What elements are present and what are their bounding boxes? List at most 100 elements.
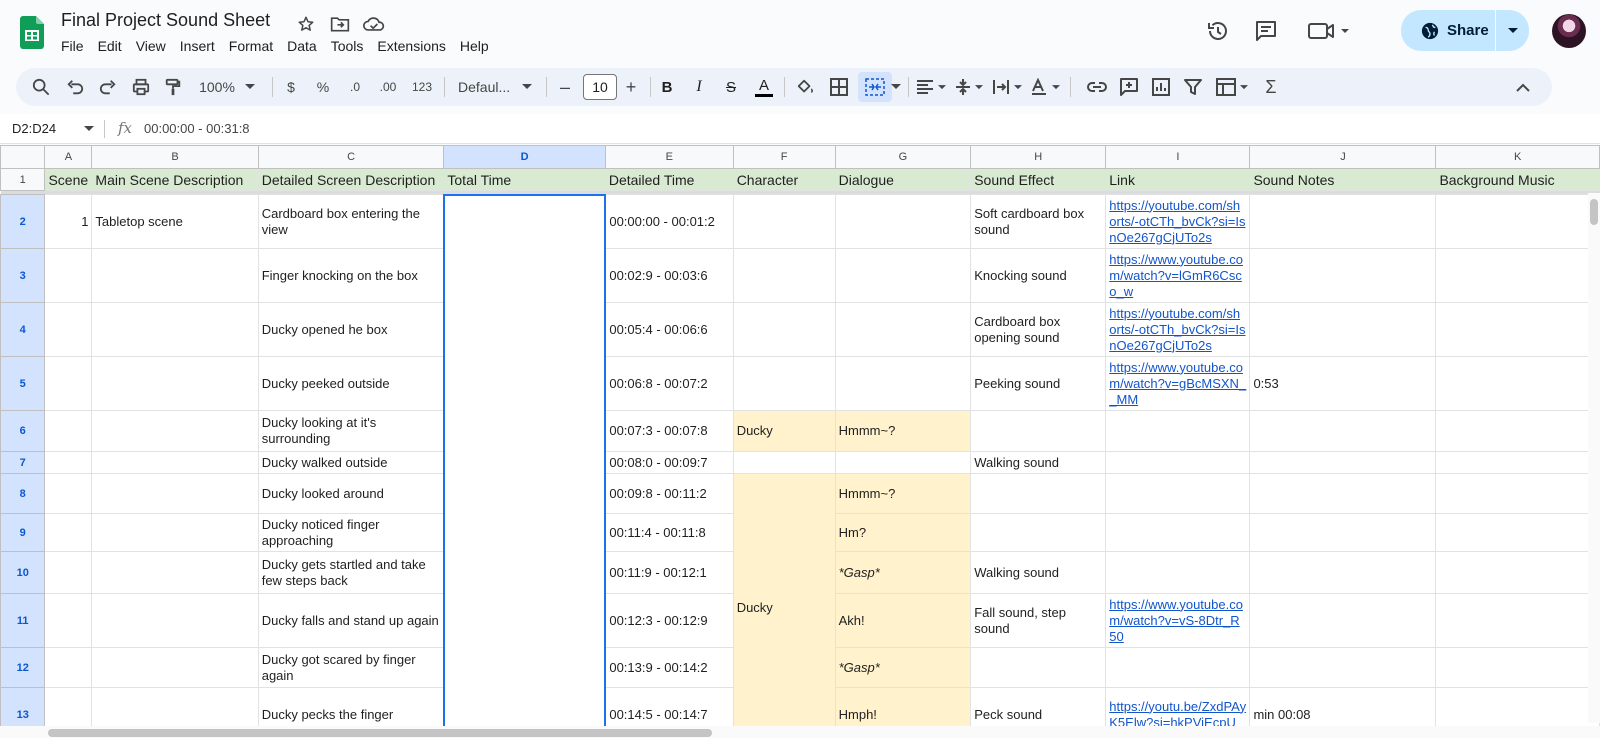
total-time-cell[interactable] [442, 193, 607, 738]
insert-link-icon[interactable] [1084, 72, 1110, 102]
header-cell[interactable]: Detailed Screen Description [257, 168, 445, 191]
redo-icon[interactable] [95, 72, 121, 102]
link-cell[interactable] [1105, 410, 1251, 452]
character-cell[interactable] [732, 194, 836, 249]
main-description-cell[interactable] [91, 593, 259, 648]
main-description-cell[interactable] [91, 410, 259, 452]
increase-font-size-button[interactable]: + [620, 72, 642, 102]
sound-notes-cell[interactable] [1249, 473, 1437, 514]
row-header[interactable]: 3 [0, 248, 46, 303]
row-header[interactable]: 11 [0, 593, 46, 648]
currency-format-button[interactable]: $ [280, 72, 302, 102]
background-music-cell[interactable] [1435, 593, 1600, 648]
main-description-cell[interactable] [91, 551, 259, 594]
sound-effect-cell[interactable]: Knocking sound [970, 248, 1107, 303]
background-music-cell[interactable] [1435, 551, 1600, 594]
dialogue-cell[interactable] [834, 451, 972, 474]
header-cell[interactable]: Link [1105, 168, 1251, 191]
background-music-cell[interactable] [1435, 302, 1600, 357]
background-music-cell[interactable] [1435, 194, 1600, 249]
vertical-scroll-thumb[interactable] [1590, 199, 1598, 225]
paint-format-icon[interactable] [160, 72, 186, 102]
detail-description-cell[interactable]: Ducky got scared by finger again [257, 647, 445, 688]
background-music-cell[interactable] [1435, 356, 1600, 411]
select-all-corner[interactable] [0, 145, 46, 169]
star-icon[interactable] [292, 12, 320, 36]
row-header[interactable]: 12 [0, 647, 46, 688]
character-cell[interactable] [732, 248, 836, 303]
menu-insert[interactable]: Insert [172, 37, 221, 57]
sound-notes-cell[interactable] [1249, 647, 1437, 688]
scene-cell[interactable] [44, 647, 93, 688]
header-cell[interactable]: Total Time [443, 168, 606, 191]
dialogue-cell[interactable]: Hm? [834, 513, 972, 552]
main-description-cell[interactable]: Tabletop scene [91, 194, 259, 249]
row-header[interactable]: 5 [0, 356, 46, 411]
background-music-cell[interactable] [1435, 647, 1600, 688]
header-cell[interactable]: Dialogue [834, 168, 972, 191]
header-cell[interactable]: Main Scene Description [91, 168, 259, 191]
strikethrough-button[interactable]: S [720, 72, 742, 102]
link-cell[interactable] [1105, 551, 1251, 594]
row-header[interactable]: 4 [0, 302, 46, 357]
percent-format-button[interactable]: % [312, 72, 334, 102]
scene-cell[interactable] [44, 513, 93, 552]
detail-description-cell[interactable]: Ducky opened he box [257, 302, 445, 357]
insert-chart-icon[interactable] [1148, 72, 1174, 102]
sound-notes-cell[interactable] [1249, 248, 1437, 303]
sheets-logo-icon[interactable] [20, 16, 44, 49]
vertical-align-icon[interactable] [952, 72, 986, 102]
text-wrapping-icon[interactable] [990, 72, 1024, 102]
horizontal-scroll-thumb[interactable] [48, 729, 712, 737]
column-header-g[interactable]: G [834, 145, 972, 169]
scene-cell[interactable] [44, 302, 93, 357]
detail-description-cell[interactable]: Ducky falls and stand up again [257, 593, 445, 648]
link-cell[interactable] [1105, 647, 1251, 688]
link-cell[interactable]: https://www.youtube.com/watch?v=vS-8Dtr_… [1105, 593, 1251, 648]
filter-views-icon[interactable] [1212, 72, 1252, 102]
scene-cell[interactable] [44, 593, 93, 648]
borders-icon[interactable] [826, 72, 852, 102]
column-header-b[interactable]: B [91, 145, 259, 169]
link-cell[interactable] [1105, 513, 1251, 552]
main-description-cell[interactable] [91, 302, 259, 357]
sound-effect-cell[interactable]: Fall sound, step sound [970, 593, 1107, 648]
print-icon[interactable] [128, 72, 154, 102]
main-description-cell[interactable] [91, 248, 259, 303]
dialogue-cell[interactable]: *Gasp* [834, 551, 972, 594]
column-header-e[interactable]: E [604, 145, 734, 169]
column-header-f[interactable]: F [732, 145, 836, 169]
menu-tools[interactable]: Tools [323, 37, 370, 57]
row-header[interactable]: 9 [0, 513, 46, 552]
dialogue-cell[interactable] [834, 302, 972, 357]
background-music-cell[interactable] [1435, 513, 1600, 552]
detail-description-cell[interactable]: Cardboard box entering the view [257, 194, 445, 249]
column-header-h[interactable]: H [970, 145, 1107, 169]
zoom-select[interactable]: 100% [192, 72, 262, 102]
background-music-cell[interactable] [1435, 248, 1600, 303]
sound-effect-cell[interactable]: Soft cardboard box sound [970, 194, 1107, 249]
sound-notes-cell[interactable] [1249, 593, 1437, 648]
column-header-c[interactable]: C [257, 145, 445, 169]
decrease-font-size-button[interactable]: – [554, 72, 576, 102]
link-cell[interactable] [1105, 451, 1251, 474]
detail-description-cell[interactable]: Ducky walked outside [257, 451, 445, 474]
detailed-time-cell[interactable]: 00:11:4 - 00:11:8 [604, 513, 734, 552]
avatar[interactable] [1552, 14, 1586, 48]
column-header-j[interactable]: J [1249, 145, 1437, 169]
link-cell[interactable]: https://www.youtube.com/watch?v=gBcMSXN_… [1105, 356, 1251, 411]
scene-cell[interactable] [44, 551, 93, 594]
detail-description-cell[interactable]: Ducky gets startled and take few steps b… [257, 551, 445, 594]
dialogue-cell[interactable]: Hmmm~? [834, 410, 972, 452]
functions-button[interactable]: Σ [1258, 72, 1284, 102]
sound-notes-cell[interactable] [1249, 194, 1437, 249]
scene-cell[interactable] [44, 356, 93, 411]
scene-cell[interactable] [44, 451, 93, 474]
collapse-menus-icon[interactable] [1510, 72, 1536, 102]
main-description-cell[interactable] [91, 513, 259, 552]
main-description-cell[interactable] [91, 451, 259, 474]
sound-notes-cell[interactable] [1249, 551, 1437, 594]
detailed-time-cell[interactable]: 00:11:9 - 00:12:1 [604, 551, 734, 594]
detailed-time-cell[interactable]: 00:12:3 - 00:12:9 [604, 593, 734, 648]
detail-description-cell[interactable]: Finger knocking on the box [257, 248, 445, 303]
